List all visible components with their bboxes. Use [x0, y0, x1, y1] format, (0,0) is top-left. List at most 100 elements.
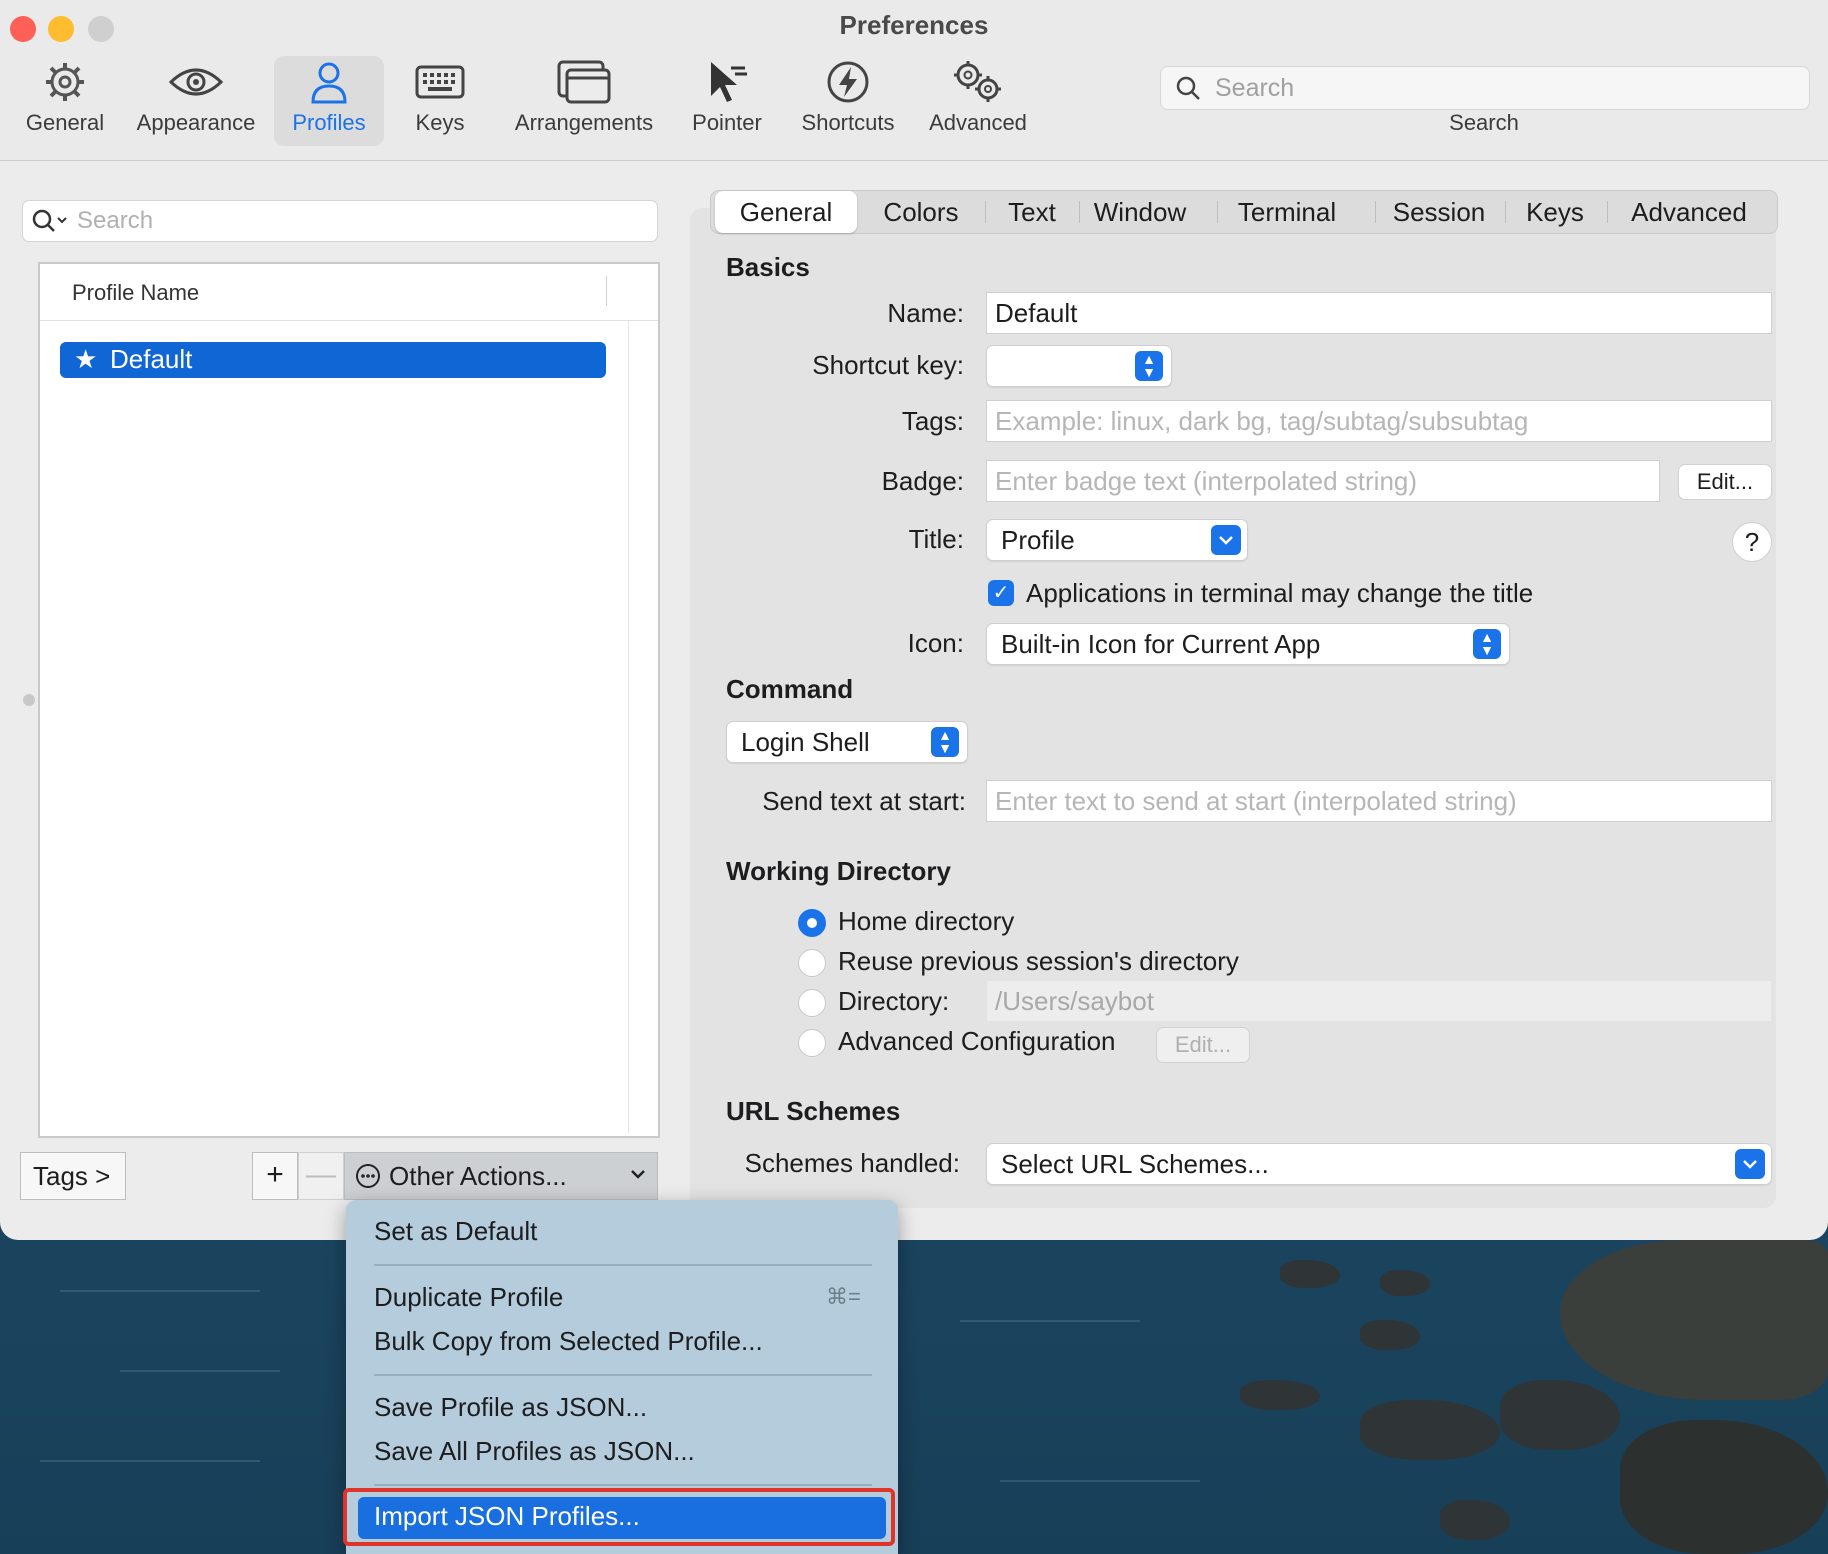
- profile-search-field[interactable]: Search: [22, 200, 658, 242]
- menu-item-set-as-default[interactable]: Set as Default: [374, 1216, 537, 1247]
- tab-terminal[interactable]: Terminal: [1219, 191, 1355, 233]
- window-title: Preferences: [839, 10, 989, 40]
- ellipsis-circle-icon: [355, 1163, 381, 1196]
- keyboard-icon: [400, 56, 480, 108]
- star-icon: ★: [74, 344, 98, 374]
- column-header-profile-name[interactable]: Profile Name: [72, 280, 199, 306]
- other-actions-button[interactable]: Other Actions...: [344, 1152, 658, 1200]
- toolbar-profiles[interactable]: Profiles: [274, 56, 384, 146]
- gears-icon: [920, 56, 1036, 108]
- profile-search-placeholder: Search: [77, 207, 154, 234]
- column-divider: [606, 276, 607, 306]
- split-view-handle[interactable]: [23, 694, 35, 706]
- tab-advanced[interactable]: Advanced: [1609, 191, 1769, 233]
- help-button[interactable]: ?: [1732, 522, 1772, 562]
- section-working-directory: Working Directory: [726, 856, 951, 886]
- advanced-configuration-label: Advanced Configuration: [838, 1026, 1116, 1056]
- send-text-label: Send text at start:: [762, 786, 966, 816]
- rock: [1360, 1400, 1500, 1460]
- tab-window[interactable]: Window: [1081, 191, 1199, 233]
- directory-field[interactable]: /Users/saybot: [986, 980, 1772, 1022]
- apps-change-title-checkbox[interactable]: ✓: [988, 580, 1014, 606]
- radio-directory[interactable]: [798, 989, 826, 1017]
- menu-separator: [374, 1484, 872, 1486]
- toolbar-pointer[interactable]: Pointer: [684, 56, 770, 146]
- icon-popup[interactable]: Built-in Icon for Current App ▲ ▼: [986, 623, 1510, 665]
- toolbar-shortcuts[interactable]: Shortcuts: [792, 56, 904, 146]
- table-scroll-track: [628, 320, 629, 1134]
- url-schemes-popup[interactable]: Select URL Schemes...: [986, 1143, 1772, 1185]
- badge-field[interactable]: Enter badge text (interpolated string): [986, 460, 1660, 502]
- toolbar-pointer-label: Pointer: [692, 110, 762, 135]
- tab-separator: [1079, 201, 1080, 223]
- toolbar-arrangements-label: Arrangements: [514, 110, 654, 135]
- tab-colors[interactable]: Colors: [859, 191, 983, 233]
- wave: [120, 1370, 280, 1372]
- chevron-down-icon: [1735, 1149, 1765, 1179]
- rock: [1280, 1260, 1340, 1288]
- toolbar-search-field[interactable]: Search: [1160, 66, 1810, 110]
- tab-separator: [1505, 201, 1506, 223]
- name-field-value: Default: [995, 298, 1078, 328]
- tags-placeholder: Example: linux, dark bg, tag/subtag/subs…: [995, 406, 1529, 436]
- badge-edit-button[interactable]: Edit...: [1678, 464, 1772, 500]
- add-profile-button[interactable]: +: [252, 1152, 298, 1200]
- title-popup[interactable]: Profile: [986, 519, 1248, 561]
- rock: [1620, 1420, 1828, 1554]
- tags-field[interactable]: Example: linux, dark bg, tag/subtag/subs…: [986, 400, 1772, 442]
- menu-item-bulk-copy[interactable]: Bulk Copy from Selected Profile...: [374, 1326, 763, 1357]
- profile-row-label: Default: [110, 344, 193, 374]
- duplicate-shortcut: ⌘=: [826, 1284, 861, 1309]
- send-text-field[interactable]: Enter text to send at start (interpolate…: [986, 780, 1772, 822]
- section-url-schemes: URL Schemes: [726, 1096, 901, 1126]
- toolbar-profiles-label: Profiles: [292, 110, 366, 135]
- menu-item-save-profile-json[interactable]: Save Profile as JSON...: [374, 1392, 647, 1423]
- directory-placeholder: /Users/saybot: [995, 986, 1154, 1016]
- tab-separator: [985, 201, 986, 223]
- command-mode-popup[interactable]: Login Shell ▲ ▼: [726, 721, 968, 763]
- tags-button[interactable]: Tags >: [20, 1152, 126, 1200]
- badge-placeholder: Enter badge text (interpolated string): [995, 466, 1418, 496]
- up-down-arrows-icon: ▲ ▼: [931, 727, 959, 757]
- toolbar-general-label: General: [25, 110, 105, 135]
- toolbar-shortcuts-label: Shortcuts: [801, 110, 895, 135]
- toolbar-advanced[interactable]: Advanced: [920, 56, 1036, 146]
- tab-general[interactable]: General: [715, 191, 857, 233]
- tab-text[interactable]: Text: [987, 191, 1077, 233]
- toolbar-keys[interactable]: Keys: [400, 56, 480, 146]
- chevron-down-icon: [629, 1161, 647, 1187]
- section-basics: Basics: [726, 252, 810, 282]
- rock: [1380, 1270, 1430, 1296]
- radio-reuse-previous[interactable]: [798, 949, 826, 977]
- remove-profile-button[interactable]: —: [298, 1152, 344, 1200]
- person-icon: [274, 56, 384, 108]
- profile-tabs: General Colors Text Window Terminal Sess…: [710, 190, 1778, 234]
- toolbar-keys-label: Keys: [415, 110, 465, 135]
- menu-separator: [374, 1374, 872, 1376]
- radio-advanced-configuration[interactable]: [798, 1029, 826, 1057]
- advanced-configuration-edit-button[interactable]: Edit...: [1156, 1027, 1250, 1063]
- other-actions-label: Other Actions...: [389, 1161, 567, 1191]
- name-field[interactable]: Default: [986, 292, 1772, 334]
- wave: [60, 1290, 260, 1292]
- shortcut-key-popup[interactable]: ▲ ▼: [986, 345, 1172, 387]
- url-schemes-value: Select URL Schemes...: [1001, 1149, 1269, 1179]
- toolbar-arrangements[interactable]: Arrangements: [506, 56, 662, 146]
- toolbar-general[interactable]: General: [20, 56, 110, 146]
- profile-row-default[interactable]: ★ Default: [60, 342, 606, 378]
- radio-home-directory[interactable]: [798, 909, 826, 937]
- tab-separator: [1607, 201, 1608, 223]
- tags-button-label: Tags >: [33, 1161, 111, 1191]
- title-label: Title:: [908, 524, 964, 554]
- menu-item-save-all-profiles-json[interactable]: Save All Profiles as JSON...: [374, 1436, 695, 1467]
- tab-separator: [1375, 201, 1376, 223]
- tab-session[interactable]: Session: [1377, 191, 1501, 233]
- menu-item-duplicate-profile[interactable]: Duplicate Profile: [374, 1282, 563, 1313]
- toolbar-search-placeholder: Search: [1215, 74, 1295, 102]
- toolbar-advanced-label: Advanced: [929, 110, 1027, 135]
- rock: [1560, 1240, 1828, 1400]
- command-mode-value: Login Shell: [741, 727, 870, 757]
- tab-keys[interactable]: Keys: [1507, 191, 1603, 233]
- toolbar-appearance[interactable]: Appearance: [128, 56, 264, 146]
- toolbar-search-caption: Search: [1449, 110, 1519, 135]
